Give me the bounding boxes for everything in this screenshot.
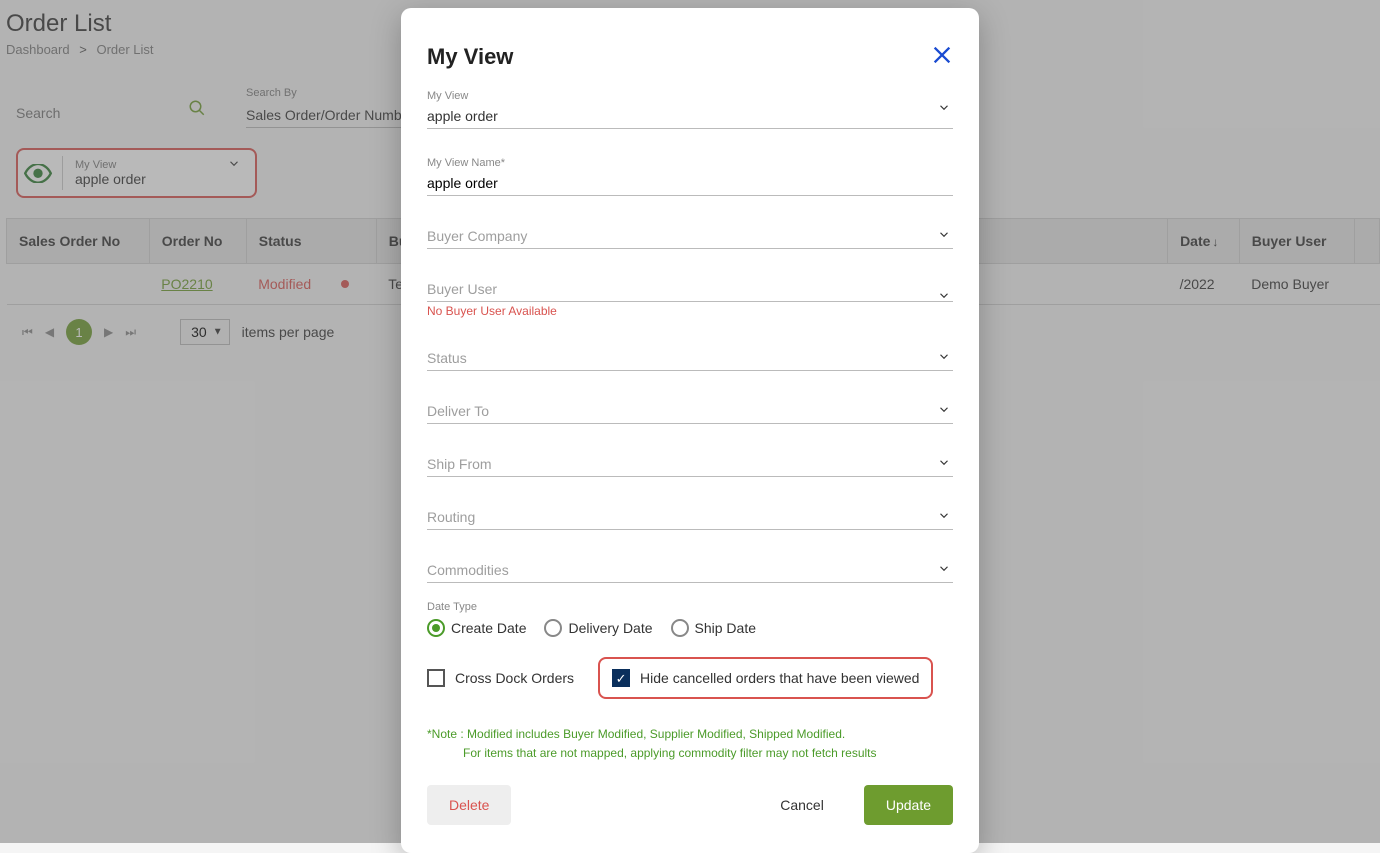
- chevron-down-icon: [937, 402, 951, 421]
- field-deliver-to: Deliver To: [427, 399, 953, 424]
- chevron-down-icon: [937, 455, 951, 474]
- date-type-label: Date Type: [427, 601, 953, 613]
- radio-create-date[interactable]: Create Date: [427, 619, 526, 637]
- deliver-to-placeholder: Deliver To: [427, 403, 489, 419]
- date-type-group: Date Type Create Date Delivery Date Ship…: [427, 601, 953, 637]
- radio-ship-date[interactable]: Ship Date: [671, 619, 756, 637]
- buyer-user-select[interactable]: Buyer User: [427, 277, 953, 302]
- radio-create-label: Create Date: [451, 620, 526, 636]
- myview-modal: My View My View apple order My View Name…: [401, 8, 979, 853]
- ship-from-select[interactable]: Ship From: [427, 452, 953, 477]
- field-myview: My View apple order: [427, 90, 953, 129]
- note-line-2: For items that are not mapped, applying …: [463, 744, 953, 763]
- cancel-button[interactable]: Cancel: [758, 785, 846, 825]
- note-line-1: *Note : Modified includes Buyer Modified…: [427, 727, 845, 741]
- delete-button[interactable]: Delete: [427, 785, 511, 825]
- modal-overlay[interactable]: My View My View apple order My View Name…: [0, 0, 1380, 843]
- myview-select-value: apple order: [427, 108, 498, 124]
- chevron-down-icon: [937, 288, 951, 307]
- check-hide-cancelled[interactable]: Hide cancelled orders that have been vie…: [612, 669, 919, 687]
- chevron-down-icon: [937, 349, 951, 368]
- hide-cancelled-label: Hide cancelled orders that have been vie…: [640, 670, 919, 686]
- radio-delivery-label: Delivery Date: [568, 620, 652, 636]
- name-label: My View Name*: [427, 157, 953, 169]
- chevron-down-icon: [937, 227, 951, 246]
- field-commodities: Commodities: [427, 558, 953, 583]
- radio-ship-label: Ship Date: [695, 620, 756, 636]
- myview-select[interactable]: apple order: [427, 104, 953, 129]
- modal-actions: Delete Cancel Update: [427, 785, 953, 825]
- field-status: Status: [427, 346, 953, 371]
- radio-icon: [427, 619, 445, 637]
- field-buyer-company: Buyer Company: [427, 224, 953, 249]
- checkbox-icon: [612, 669, 630, 687]
- name-input[interactable]: [427, 171, 953, 196]
- myview-label: My View: [427, 90, 953, 102]
- checkbox-icon: [427, 669, 445, 687]
- checkbox-row: Cross Dock Orders Hide cancelled orders …: [427, 657, 953, 699]
- modal-title: My View: [427, 44, 953, 70]
- close-button[interactable]: [931, 44, 953, 71]
- radio-delivery-date[interactable]: Delivery Date: [544, 619, 652, 637]
- buyer-user-error: No Buyer User Available: [427, 304, 953, 318]
- ship-from-placeholder: Ship From: [427, 456, 492, 472]
- buyer-user-placeholder: Buyer User: [427, 281, 497, 297]
- status-placeholder: Status: [427, 350, 467, 366]
- cross-dock-label: Cross Dock Orders: [455, 670, 574, 686]
- buyer-company-select[interactable]: Buyer Company: [427, 224, 953, 249]
- chevron-down-icon: [937, 100, 951, 119]
- buyer-company-placeholder: Buyer Company: [427, 228, 527, 244]
- routing-placeholder: Routing: [427, 509, 475, 525]
- routing-select[interactable]: Routing: [427, 505, 953, 530]
- chevron-down-icon: [937, 508, 951, 527]
- update-button[interactable]: Update: [864, 785, 953, 825]
- modal-note: *Note : Modified includes Buyer Modified…: [427, 725, 953, 763]
- field-ship-from: Ship From: [427, 452, 953, 477]
- field-routing: Routing: [427, 505, 953, 530]
- highlight-frame: Hide cancelled orders that have been vie…: [598, 657, 933, 699]
- commodities-select[interactable]: Commodities: [427, 558, 953, 583]
- field-buyer-user: Buyer User No Buyer User Available: [427, 277, 953, 318]
- check-cross-dock[interactable]: Cross Dock Orders: [427, 669, 574, 687]
- commodities-placeholder: Commodities: [427, 562, 509, 578]
- radio-icon: [671, 619, 689, 637]
- field-name: My View Name*: [427, 157, 953, 196]
- chevron-down-icon: [937, 561, 951, 580]
- deliver-to-select[interactable]: Deliver To: [427, 399, 953, 424]
- status-select[interactable]: Status: [427, 346, 953, 371]
- radio-icon: [544, 619, 562, 637]
